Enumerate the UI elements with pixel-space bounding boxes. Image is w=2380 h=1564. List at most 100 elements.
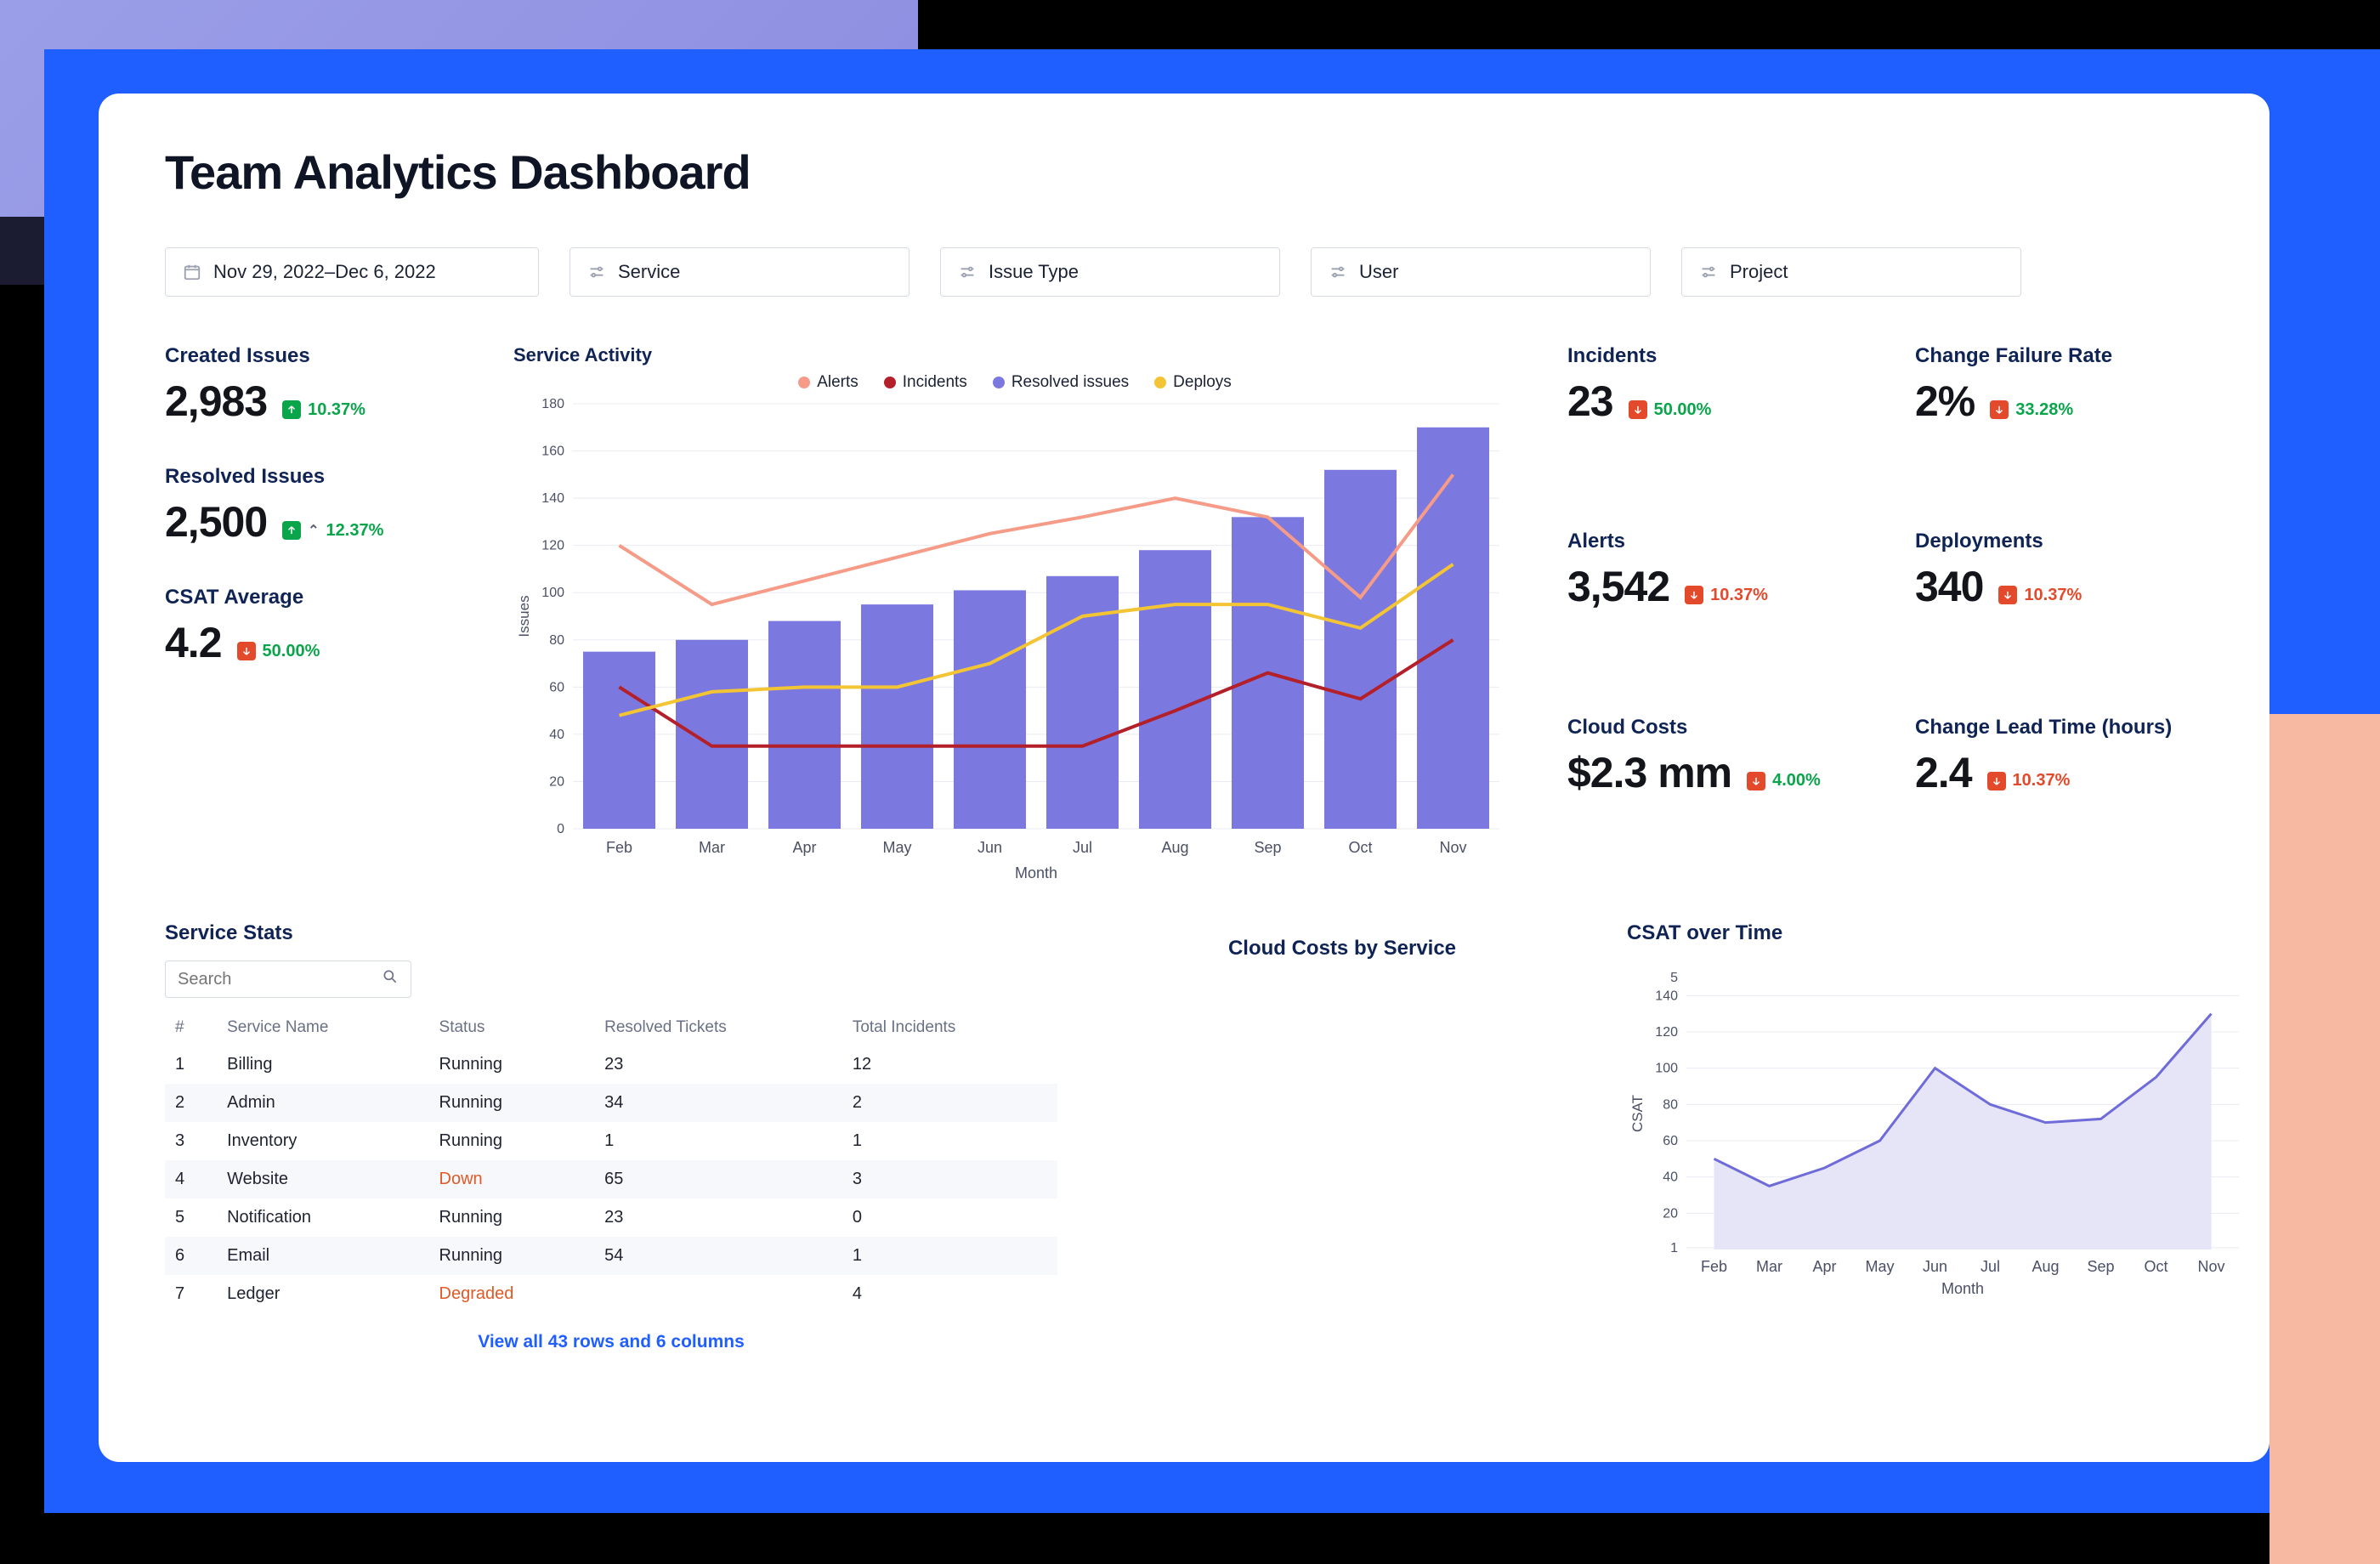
cell-incidents: 12 (842, 1046, 1057, 1084)
chart-bar (768, 621, 841, 829)
filter-label: Issue Type (989, 261, 1079, 283)
svg-text:Nov: Nov (2197, 1258, 2224, 1275)
svg-text:40: 40 (1663, 1170, 1678, 1185)
delta-percent: 50.00% (263, 642, 320, 661)
delta-arrow-icon (1747, 772, 1765, 790)
cell-incidents: 3 (842, 1160, 1057, 1198)
cell-resolved: 1 (594, 1122, 842, 1160)
metric-value: 2.4 (1915, 748, 1972, 797)
cell-service-name: Admin (217, 1084, 428, 1122)
section-title: Cloud Costs by Service (1091, 937, 1593, 960)
date-range-text: Nov 29, 2022–Dec 6, 2022 (213, 261, 436, 283)
cell-index: 5 (165, 1198, 217, 1237)
cell-index: 3 (165, 1122, 217, 1160)
cell-index: 7 (165, 1275, 217, 1313)
table-row[interactable]: 5 Notification Running 23 0 (165, 1198, 1057, 1237)
cell-status: Running (429, 1084, 595, 1122)
metric-tile: Incidents 23 50.00% (1567, 344, 1856, 482)
svg-text:140: 140 (541, 491, 564, 506)
legend-dot-icon (1154, 377, 1166, 388)
svg-text:Aug: Aug (1161, 839, 1188, 856)
svg-text:Feb: Feb (1701, 1258, 1727, 1275)
metric-label: Resolved Issues (165, 465, 462, 489)
svg-text:5: 5 (1670, 971, 1678, 985)
svg-text:May: May (1865, 1258, 1894, 1275)
cell-status: Running (429, 1046, 595, 1084)
table-row[interactable]: 4 Website Down 65 3 (165, 1160, 1057, 1198)
svg-text:20: 20 (1663, 1206, 1678, 1221)
svg-text:60: 60 (1663, 1134, 1678, 1148)
svg-text:Apr: Apr (792, 839, 816, 856)
search-input-wrap[interactable] (165, 960, 411, 998)
metric-tile: Resolved Issues 2,500 ⌃ 12.37% (165, 465, 462, 547)
filter-service[interactable]: Service (570, 247, 910, 297)
metric-delta: 10.37% (1987, 771, 2071, 790)
svg-text:Apr: Apr (1812, 1258, 1836, 1275)
cell-status: Running (429, 1198, 595, 1237)
svg-text:180: 180 (541, 397, 564, 411)
date-range-picker[interactable]: Nov 29, 2022–Dec 6, 2022 (165, 247, 539, 297)
search-input[interactable] (178, 970, 365, 989)
cell-resolved: 34 (594, 1084, 842, 1122)
svg-text:Oct: Oct (1348, 839, 1372, 856)
metric-tile: Change Lead Time (hours) 2.4 10.37% (1915, 716, 2203, 853)
table-row[interactable]: 2 Admin Running 34 2 (165, 1084, 1057, 1122)
metric-delta: 33.28% (1990, 400, 2073, 420)
cell-index: 6 (165, 1237, 217, 1275)
metric-label: Change Failure Rate (1915, 344, 2203, 368)
metric-tile: CSAT Average 4.2 50.00% (165, 586, 462, 667)
service-activity-svg: 020406080100120140160180FebMarAprMayJunJ… (513, 395, 1516, 888)
cell-index: 1 (165, 1046, 217, 1084)
table-row[interactable]: 3 Inventory Running 1 1 (165, 1122, 1057, 1160)
metric-value: 2,983 (165, 377, 267, 426)
metric-value: 2% (1915, 377, 1975, 426)
table-header: Resolved Tickets (594, 1010, 842, 1046)
cell-incidents: 4 (842, 1275, 1057, 1313)
metric-label: Created Issues (165, 344, 462, 368)
csat-chart-section: CSAT over Time 1204060801001201405FebMar… (1627, 921, 2256, 1352)
svg-text:Month: Month (1941, 1280, 1984, 1297)
table-row[interactable]: 6 Email Running 54 1 (165, 1237, 1057, 1275)
metric-delta: 10.37% (1998, 586, 2082, 605)
delta-arrow-icon (1685, 586, 1703, 604)
chart-bar (1417, 428, 1489, 829)
delta-percent: 12.37% (326, 521, 384, 541)
metric-value: 2,500 (165, 497, 267, 547)
section-title: Service Stats (165, 921, 1057, 945)
svg-text:120: 120 (1655, 1025, 1678, 1040)
metric-delta: ⌃ 12.37% (282, 521, 383, 541)
filter-label: Service (618, 261, 680, 283)
metric-label: Incidents (1567, 344, 1856, 368)
filter-issue-type[interactable]: Issue Type (940, 247, 1280, 297)
svg-text:Aug: Aug (2032, 1258, 2059, 1275)
cloud-costs-section: Cloud Costs by Service (1091, 921, 1593, 1352)
sliders-icon (1699, 263, 1718, 281)
cell-resolved: 65 (594, 1160, 842, 1198)
chart-area (1714, 1014, 2212, 1250)
search-icon (382, 968, 399, 990)
filter-project[interactable]: Project (1681, 247, 2021, 297)
svg-text:120: 120 (541, 539, 564, 553)
delta-percent: 10.37% (2024, 586, 2082, 605)
metric-label: Change Lead Time (hours) (1915, 716, 2203, 740)
svg-text:140: 140 (1655, 989, 1678, 1003)
svg-text:Jun: Jun (978, 839, 1002, 856)
cell-service-name: Ledger (217, 1275, 428, 1313)
view-all-link[interactable]: View all 43 rows and 6 columns (478, 1332, 745, 1352)
svg-text:Jul: Jul (1980, 1258, 2000, 1275)
table-row[interactable]: 7 Ledger Degraded 4 (165, 1275, 1057, 1313)
svg-text:100: 100 (1655, 1062, 1678, 1076)
metric-tile: Change Failure Rate 2% 33.28% (1915, 344, 2203, 482)
service-activity-chart: Service Activity AlertsIncidentsResolved… (513, 344, 1516, 892)
table-row[interactable]: 1 Billing Running 23 12 (165, 1046, 1057, 1084)
cell-incidents: 2 (842, 1084, 1057, 1122)
metric-tile: Alerts 3,542 10.37% (1567, 530, 1856, 667)
delta-percent: 4.00% (1772, 771, 1821, 790)
cell-incidents: 1 (842, 1237, 1057, 1275)
svg-text:40: 40 (549, 728, 564, 742)
svg-text:0: 0 (557, 822, 564, 836)
svg-text:80: 80 (549, 633, 564, 648)
filter-user[interactable]: User (1311, 247, 1651, 297)
cell-status: Degraded (429, 1275, 595, 1313)
bg-decor-orange (2270, 714, 2380, 1564)
